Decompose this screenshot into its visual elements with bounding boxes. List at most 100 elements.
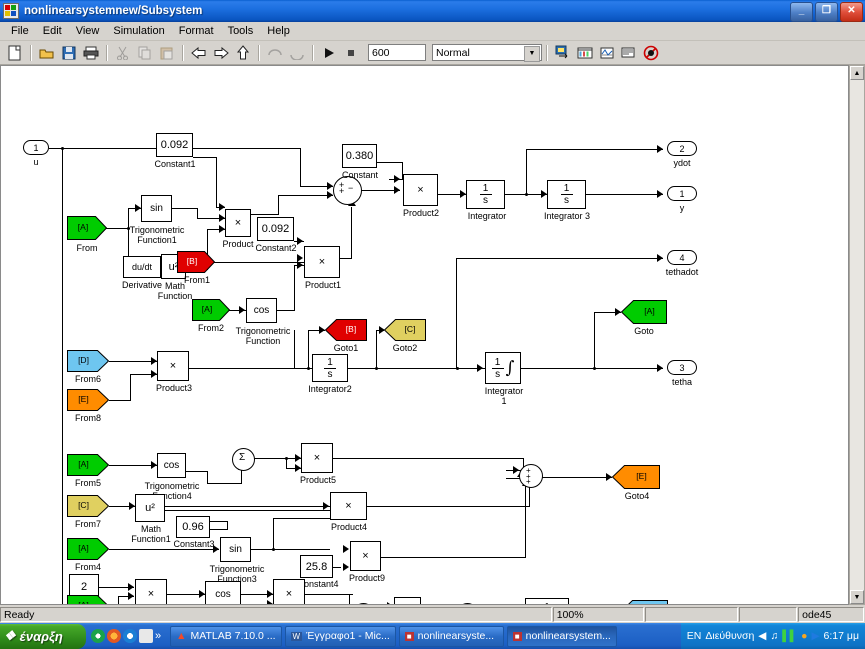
tray-address-label[interactable]: Διεύθυνση [705,630,754,642]
from-block-a3[interactable]: [A] [67,595,109,604]
copy-icon[interactable] [134,43,155,63]
print-icon[interactable] [80,43,101,63]
scroll-up-icon[interactable]: ▲ [850,66,864,80]
model-browser-icon[interactable] [552,43,573,63]
menu-tools[interactable]: Tools [221,24,261,38]
goto-block-b[interactable]: [B] [324,319,367,341]
simulation-mode-select[interactable]: Normal ▼ [432,44,542,62]
chevron-down-icon[interactable]: ▼ [524,46,540,62]
close-button[interactable]: ✕ [840,2,863,22]
back-arrow-icon[interactable] [188,43,209,63]
integrator1-block[interactable]: 1s ∫ [485,352,521,384]
constant3-block[interactable]: 0.96 [176,516,210,538]
menu-edit[interactable]: Edit [36,24,69,38]
menu-file[interactable]: File [4,24,36,38]
start-button[interactable]: ❖ έναρξη [0,623,86,649]
from-block-a2[interactable]: [A] [192,299,231,321]
product4-block[interactable]: × [330,492,367,520]
product7-block[interactable]: × [394,597,421,604]
sum-block-goto4[interactable]: + + + [519,464,543,488]
integrator3-block[interactable]: 1s [547,180,586,209]
stop-time-input[interactable]: 600 [368,44,426,61]
menu-help[interactable]: Help [260,24,297,38]
outport-tetha[interactable]: 3 [667,360,697,375]
media-icon[interactable] [139,629,153,643]
sum-block-top[interactable]: + + − [333,176,362,205]
product5-block[interactable]: × [301,443,333,473]
integrator2-block[interactable]: 1s [312,354,348,382]
product8-block[interactable]: × [273,579,305,604]
outport-ydot[interactable]: 2 [667,141,697,156]
goto-block-a[interactable]: [A] [620,300,667,324]
volume-icon[interactable]: ♫ [770,630,778,642]
constant4-block[interactable]: 25.8 [300,555,333,578]
antivirus-icon[interactable]: ● [801,630,807,642]
save-icon[interactable] [58,43,79,63]
stop-simulation-icon[interactable] [340,43,361,63]
product-block[interactable]: × [225,209,251,237]
firefox-icon[interactable] [107,629,121,643]
menu-format[interactable]: Format [172,24,221,38]
library-browser-icon[interactable] [574,43,595,63]
paste-icon[interactable] [156,43,177,63]
math-function2-block[interactable]: 1u [525,598,569,604]
goto-block-e4[interactable]: [E] [611,465,660,489]
start-simulation-icon[interactable] [318,43,339,63]
quick-launch-overflow-icon[interactable]: » [155,630,161,642]
trig-function3-block[interactable]: sin [220,537,251,562]
forward-arrow-icon[interactable] [210,43,231,63]
from-block-c7[interactable]: [C] [67,495,110,517]
trig-function1-block[interactable]: sin [141,195,172,222]
product6-block[interactable]: × [135,579,167,604]
new-file-icon[interactable] [4,43,25,63]
browser-icon[interactable] [123,629,137,643]
language-indicator[interactable]: EN [687,630,702,642]
from-block-e[interactable]: [E] [67,389,110,411]
taskbar-item-matlab[interactable]: ▲ MATLAB 7.10.0 ... [170,625,282,647]
constant-block[interactable]: 0.380 [342,144,377,168]
menu-simulation[interactable]: Simulation [106,24,171,38]
sum-block-mid[interactable]: Σ [232,448,255,471]
trig-function4-block[interactable]: cos [157,453,186,478]
tray-expand-icon[interactable]: ◀ [758,630,766,642]
undo-icon[interactable] [264,43,285,63]
network-icon[interactable]: ▌▌ [782,630,797,642]
outport-tethadot[interactable]: 4 [667,250,697,265]
constant2-block[interactable]: 0.092 [257,217,294,241]
scroll-down-icon[interactable]: ▼ [850,590,864,604]
maximize-button[interactable]: ❐ [815,2,838,22]
trig-function-block[interactable]: cos [246,298,277,323]
toggle-scope-icon[interactable] [596,43,617,63]
product1-block[interactable]: × [304,246,340,278]
update-diagram-icon[interactable] [618,43,639,63]
derivative-block[interactable]: du/dt [123,256,161,278]
product3-block[interactable]: × [157,351,189,381]
math-function1-block[interactable]: u² [135,494,165,522]
up-arrow-icon[interactable] [232,43,253,63]
inport-u[interactable]: 1 [23,140,49,155]
product2-block[interactable]: × [403,174,438,206]
outport-y[interactable]: 1 [667,186,697,201]
cut-icon[interactable] [112,43,133,63]
chrome-icon[interactable] [91,629,105,643]
minimize-button[interactable]: _ [790,2,813,22]
trig-function2-block[interactable]: cos [205,581,241,604]
clock[interactable]: 6:17 μμ [824,630,859,642]
from-block-d[interactable]: [D] [67,350,110,372]
sum-block-bottom2[interactable]: − + [457,603,478,604]
redo-icon[interactable] [286,43,307,63]
taskbar-item-simulink-model[interactable]: ■ nonlinearsyste... [398,625,504,647]
taskbar-item-word[interactable]: W Έγγραφο1 - Mic... [284,625,396,647]
goto-block-d3[interactable]: [D] [620,600,668,604]
media-player-icon[interactable]: ▶ [811,630,819,642]
from-block-b[interactable]: [B] [177,251,216,273]
from-block-a5[interactable]: [A] [67,454,110,476]
canvas-vertical-scrollbar[interactable]: ▲ ▼ [849,65,865,605]
model-canvas[interactable]: 1 u 0.092 Constant1 [A] From sin Trigono… [0,65,849,605]
product9-block[interactable]: × [350,541,381,571]
from-block-a[interactable]: [A] [67,216,108,240]
menu-view[interactable]: View [69,24,107,38]
goto-block-c[interactable]: [C] [383,319,426,341]
integrator-block[interactable]: 1s [466,180,505,209]
debug-icon[interactable] [640,43,661,63]
